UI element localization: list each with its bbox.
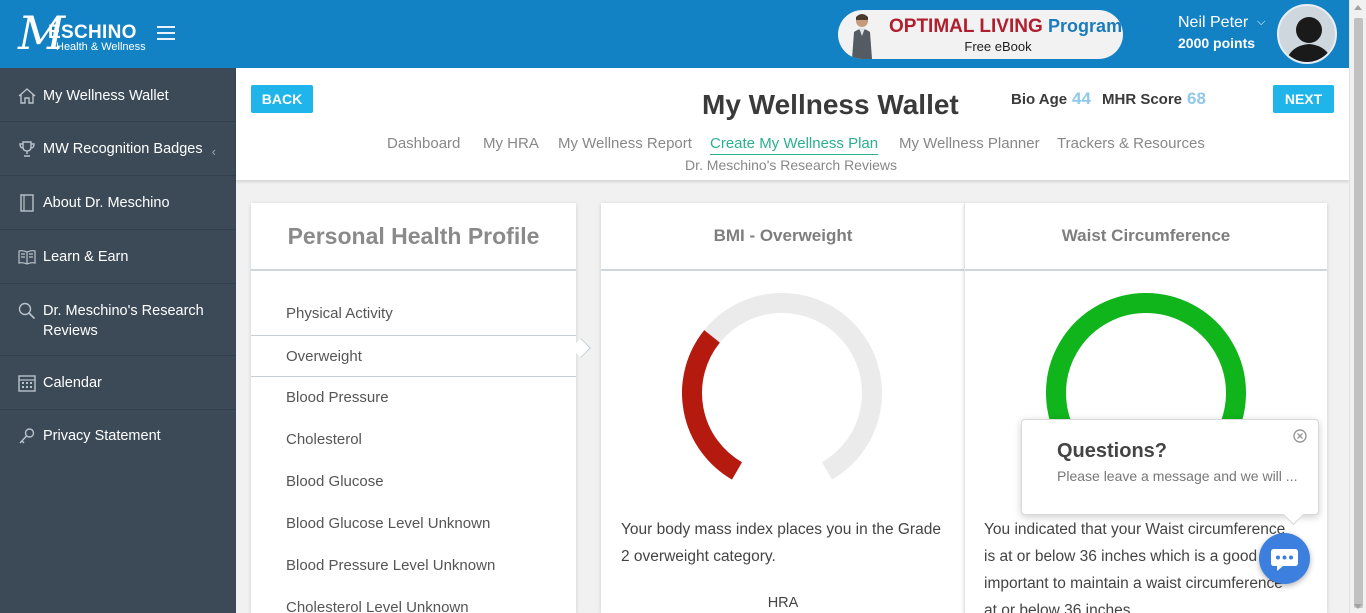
chat-subtitle: Please leave a message and we will ... [1057,468,1298,484]
bmi-gauge [682,293,882,480]
profile-item-blood-pressure[interactable]: Blood Pressure [251,377,576,419]
profile-item-overweight[interactable]: Overweight [251,335,576,377]
sidebar-item-label: Dr. Meschino's Research Reviews [43,303,204,339]
sidebar-item-label: About Dr. Meschino [43,195,170,211]
bmi-footer-label: HRA [767,595,799,611]
profile-item-blood-glucose-unknown[interactable]: Blood Glucose Level Unknown [251,503,576,545]
tab-research-reviews[interactable]: Dr. Meschino's Research Reviews [685,157,897,173]
scrollbar-thumb[interactable] [1354,18,1363,608]
tab-dashboard[interactable]: Dashboard [387,135,460,152]
mhr-score-label: MHR Score [1102,91,1183,108]
mhr-score-value: 68 [1187,89,1206,108]
book-icon [20,194,34,212]
sidebar-item-label: My Wellness Wallet [43,88,169,104]
profile-item-cholesterol-unknown[interactable]: Cholesterol Level Unknown [251,587,576,613]
close-icon[interactable] [1293,429,1307,443]
user-points: 2000 points [1178,35,1256,51]
calendar-icon [18,375,36,392]
chat-title: Questions? [1057,440,1168,462]
chat-popup[interactable]: Questions? Please leave a message and we… [1021,419,1319,515]
bmi-card-title: BMI - Overweight [601,203,965,271]
bio-age-value: 44 [1072,89,1091,108]
sidebar-item-label: MW Recognition Badges [43,141,203,157]
home-icon [18,88,36,104]
bmi-card: BMI - Overweight Your body mass index pl… [601,203,965,613]
bio-age-label: Bio Age [1011,91,1068,108]
bmi-gauge-fill [682,330,743,480]
tab-wellness-report[interactable]: My Wellness Report [558,135,692,152]
page-title: My Wellness Wallet [702,89,959,120]
sidebar-item-research-reviews[interactable]: Dr. Meschino's Research Reviews [0,284,236,356]
profile-item-blood-pressure-unknown[interactable]: Blood Pressure Level Unknown [251,545,576,587]
profile-item-physical-activity[interactable]: Physical Activity [251,293,576,335]
personal-health-profile-panel: Personal Health Profile Physical Activit… [251,203,591,613]
waist-description: You indicated that your Waist circumfere… [984,521,1286,613]
profile-title: Personal Health Profile [251,203,576,271]
user-silhouette-icon [1286,17,1332,62]
user-name[interactable]: Neil Peter [1178,14,1248,32]
waist-card-title: Waist Circumference [965,203,1327,271]
sidebar-item-calendar[interactable]: Calendar [0,356,236,410]
sidebar-item-about[interactable]: About Dr. Meschino [0,176,236,230]
promo-title-suffix: Program [1048,16,1123,36]
sidebar-item-privacy[interactable]: Privacy Statement [0,410,236,464]
page-scrollbar[interactable] [1349,0,1366,613]
sidebar-item-recognition-badges[interactable]: MW Recognition Badges ‹ [0,122,236,176]
meschino-logo[interactable]: M ESCHINO Health & Wellness [18,10,148,58]
promo-subtitle: Free eBook [964,39,1032,54]
tab-trackers-resources[interactable]: Trackers & Resources [1057,135,1205,152]
chevron-down-icon[interactable]: ⌵ [1257,16,1265,29]
promo-title: OPTIMAL LIVING Program [889,16,1123,37]
search-icon [18,302,36,320]
tab-my-hra[interactable]: My HRA [483,135,539,152]
hamburger-menu-icon[interactable] [157,26,175,40]
sidebar: My Wellness Wallet MW Recognition Badges… [0,68,236,613]
avatar[interactable] [1277,4,1337,64]
optimal-living-promo-banner[interactable]: OPTIMAL LIVING Program Free eBook [838,10,1123,59]
bmi-description: Your body mass index places you in the G… [621,521,941,565]
sidebar-item-label: Calendar [43,375,102,391]
back-button[interactable]: BACK [251,85,313,113]
tab-create-wellness-plan[interactable]: Create My Wellness Plan [710,135,879,155]
scroll-up-arrow-icon[interactable] [1354,5,1362,10]
chat-bubble-icon [1271,549,1298,571]
sidebar-item-learn-earn[interactable]: Learn & Earn [0,230,236,284]
chevron-left-icon: ‹ [211,144,216,159]
main-nav-bar: BACK My Wellness Wallet Bio Age 44 MHR S… [236,68,1349,180]
tab-wellness-planner[interactable]: My Wellness Planner [899,135,1040,152]
trophy-icon [19,141,35,157]
sidebar-item-label: Learn & Earn [43,249,129,265]
key-icon [19,428,35,444]
profile-item-blood-glucose[interactable]: Blood Glucose [251,461,576,503]
next-button[interactable]: NEXT [1273,85,1334,113]
sidebar-item-label: Privacy Statement [43,428,161,444]
scroll-down-arrow-icon[interactable] [1354,604,1362,609]
logo-tagline: Health & Wellness [56,41,146,53]
open-book-icon [18,250,36,265]
chat-launcher-button[interactable] [1259,533,1310,584]
sidebar-item-wellness-wallet[interactable]: My Wellness Wallet [0,68,236,122]
profile-item-cholesterol[interactable]: Cholesterol [251,419,576,461]
top-header: M ESCHINO Health & Wellness OPTIMAL LIVI… [0,0,1366,68]
